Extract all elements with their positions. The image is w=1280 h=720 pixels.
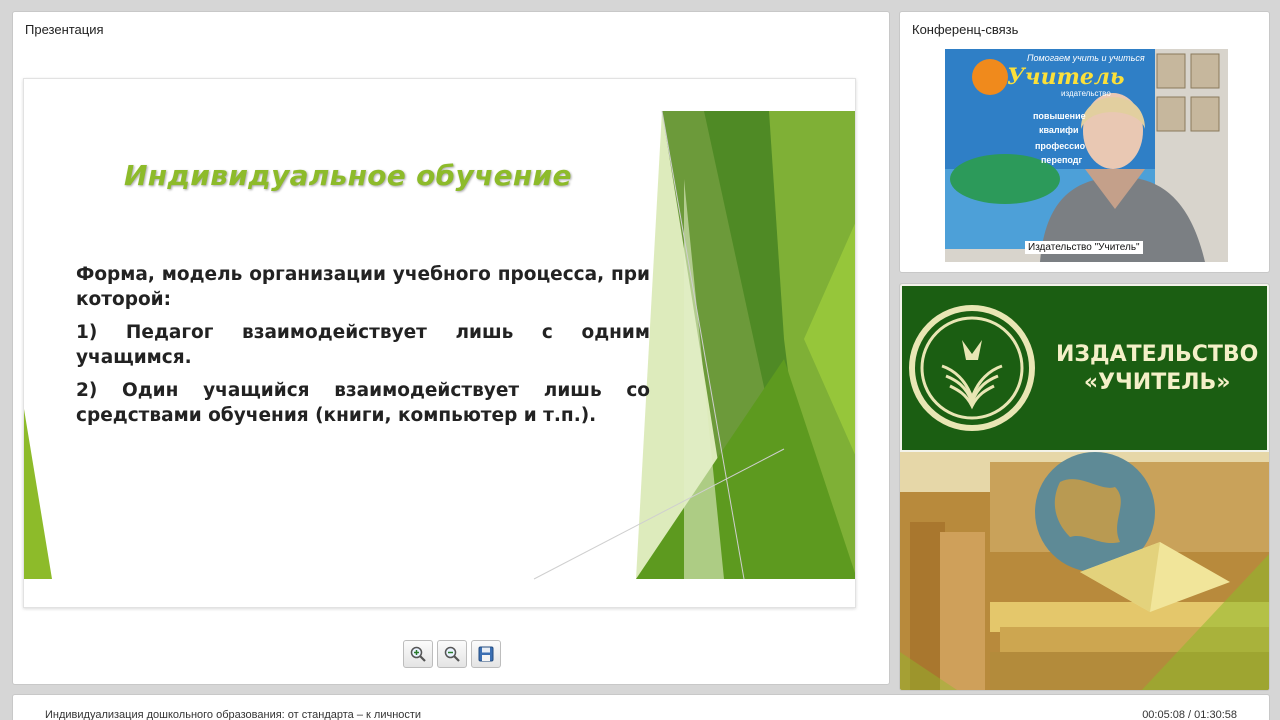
slide-heading: Индивидуальное обучение xyxy=(124,159,572,192)
zoom-out-icon xyxy=(444,646,460,662)
video-banner-line: издательство xyxy=(1061,89,1111,98)
playback-time: 00:05:08 / 01:30:58 xyxy=(1142,709,1237,720)
zoom-in-icon xyxy=(410,646,426,662)
slide: Индивидуальное обучение Форма, модель ор… xyxy=(23,78,856,608)
video-banner-line: переподг xyxy=(1041,155,1083,165)
banner-header: ИЗДАТЕЛЬСТВО «УЧИТЕЛЬ» xyxy=(900,284,1269,452)
conference-panel-title: Конференц-связь xyxy=(912,22,1019,37)
webinar-title: Индивидуализация дошкольного образования… xyxy=(45,709,422,720)
video-banner-line: Помогаем учить и учиться xyxy=(1027,53,1145,63)
slide-paragraph: Форма, модель организации учебного проце… xyxy=(76,264,650,310)
zoom-in-button[interactable] xyxy=(403,640,433,668)
presentation-toolbar xyxy=(403,640,501,668)
slide-body: Форма, модель организации учебного проце… xyxy=(76,262,650,436)
video-banner-line: Учитель xyxy=(1007,64,1125,90)
webcam-video[interactable]: Учитель Помогаем учить и учиться издател… xyxy=(945,49,1228,262)
publisher-name-line: ИЗДАТЕЛЬСТВО xyxy=(1056,342,1259,367)
slide-paragraph: 1) Педагог взаимодействует лишь с одним … xyxy=(76,322,650,368)
books-globe-image xyxy=(900,452,1269,690)
presentation-panel-title: Презентация xyxy=(25,22,104,37)
presentation-panel: Презентация Индивидуальное обучение Форм… xyxy=(12,11,890,685)
slide-paragraph: 2) Один учащийся взаимодействует лишь со… xyxy=(76,380,650,426)
video-banner-line: профессио xyxy=(1035,141,1086,151)
video-banner-line: повышение xyxy=(1033,111,1086,121)
floppy-disk-icon xyxy=(478,646,494,662)
video-banner-line: квалифи xyxy=(1039,125,1079,135)
conference-panel: Конференц-связь Учитель Помогаем учить и… xyxy=(899,11,1270,273)
save-button[interactable] xyxy=(471,640,501,668)
publisher-name: ИЗДАТЕЛЬСТВО «УЧИТЕЛЬ» xyxy=(1056,341,1258,397)
footer-bar: Индивидуализация дошкольного образования… xyxy=(12,694,1270,720)
publisher-name-line: «УЧИТЕЛЬ» xyxy=(1083,370,1231,395)
publisher-banner: ИЗДАТЕЛЬСТВО «УЧИТЕЛЬ» xyxy=(899,283,1270,691)
speaker-label: Издательство "Учитель" xyxy=(1025,241,1143,254)
publisher-logo xyxy=(909,305,1035,431)
zoom-out-button[interactable] xyxy=(437,640,467,668)
